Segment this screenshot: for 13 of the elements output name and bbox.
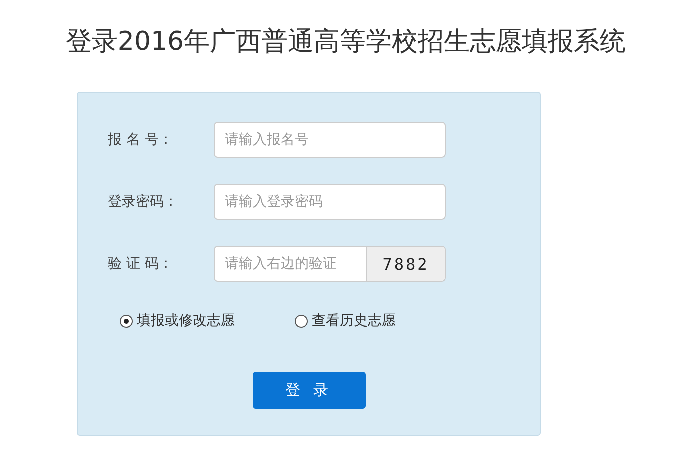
radio-button[interactable] <box>295 314 308 328</box>
radio-label[interactable]: 查看历史志愿 <box>312 312 396 330</box>
field-label: 登录密码： <box>107 193 179 211</box>
login-button[interactable]: 登 录 <box>252 372 366 409</box>
input-field[interactable]: 请输入登录密码 <box>214 184 446 220</box>
captcha-image[interactable]: 7882 <box>366 247 445 281</box>
page-title: 登录2016年广西普通高等学校招生志愿填报系统 <box>66 26 626 59</box>
radio-button[interactable] <box>120 314 133 328</box>
field-label: 报 名 号： <box>107 131 174 149</box>
radio-label[interactable]: 填报或修改志愿 <box>137 312 235 330</box>
input-field[interactable]: 请输入报名号 <box>214 122 446 158</box>
captcha-field[interactable]: 请输入右边的验证 7882 <box>214 246 446 282</box>
field-label: 验 证 码： <box>107 255 174 273</box>
